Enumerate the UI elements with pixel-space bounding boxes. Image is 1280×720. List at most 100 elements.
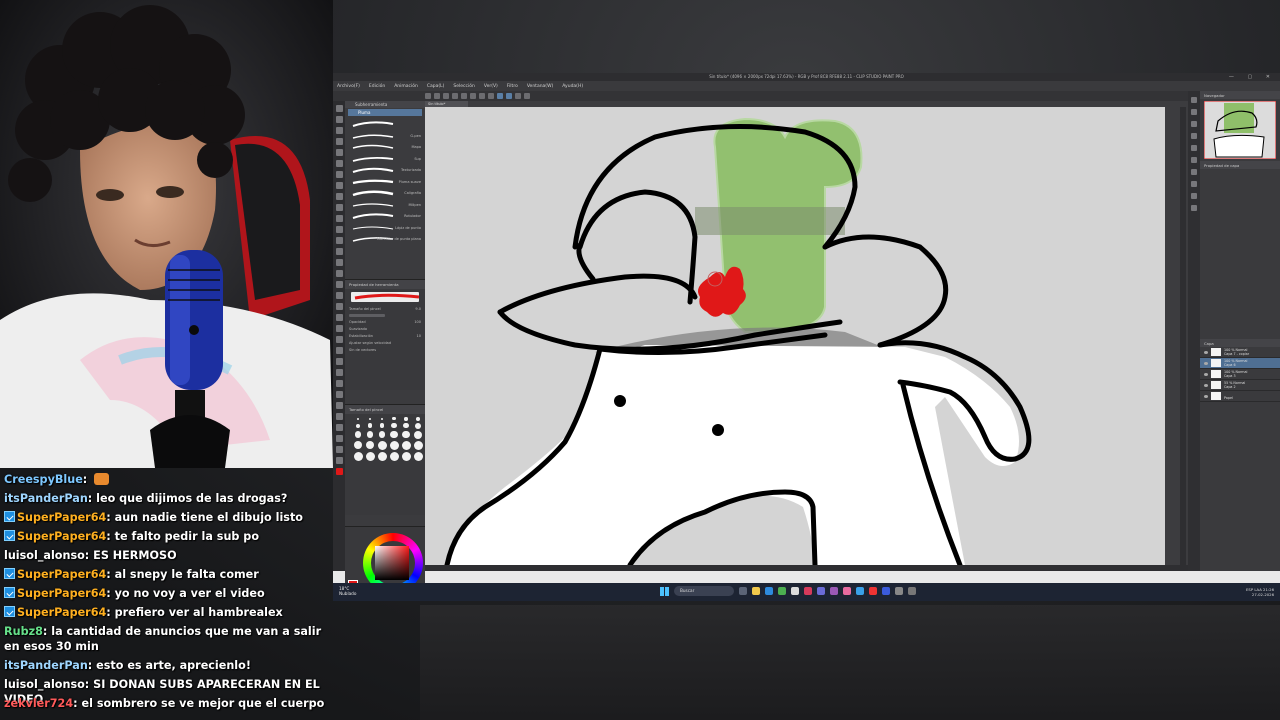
layer-search-icon[interactable]	[1191, 157, 1197, 163]
brush-size-option[interactable]	[378, 431, 386, 438]
brush-item[interactable]	[345, 118, 425, 130]
history-icon[interactable]	[1191, 133, 1197, 139]
brush-size-option[interactable]	[367, 423, 373, 428]
hand-tool-icon[interactable]	[335, 336, 343, 343]
layer-row[interactable]: 100 % Normal Capa 6	[1200, 358, 1280, 369]
swap-color-icon[interactable]	[335, 457, 343, 464]
undo-icon[interactable]	[452, 93, 458, 99]
clear-icon[interactable]	[470, 93, 476, 99]
windows-start-icon[interactable]	[660, 586, 669, 596]
brush-item[interactable]: Rotulador	[345, 210, 425, 222]
brush-size-option[interactable]	[377, 440, 387, 450]
brush-item[interactable]: Pluma suave	[345, 176, 425, 188]
gallery-icon[interactable]	[1191, 205, 1197, 211]
animation-icon[interactable]	[1191, 169, 1197, 175]
auto-action-icon[interactable]	[1191, 181, 1197, 187]
app-icon[interactable]	[804, 587, 812, 595]
main-color-swatch[interactable]	[335, 468, 343, 475]
zoom-tool-icon[interactable]	[335, 105, 343, 112]
correct-line-icon[interactable]	[335, 270, 343, 277]
brush-size-option[interactable]	[354, 431, 362, 438]
menu-ventana[interactable]: Ventana(W)	[527, 84, 553, 89]
chat-username[interactable]: SuperPaper64	[17, 587, 106, 600]
select-pen-icon[interactable]	[335, 380, 343, 387]
menu-animacion[interactable]: Animación	[394, 84, 418, 89]
menu-ayuda[interactable]: Ayuda(H)	[562, 84, 583, 89]
brush-size-option[interactable]	[365, 451, 375, 461]
taskbar-search[interactable]: Buscar	[674, 586, 734, 596]
ruler-tool-icon[interactable]	[335, 259, 343, 266]
figure-tool-icon[interactable]	[335, 226, 343, 233]
clip-studio-icon[interactable]	[843, 587, 851, 595]
edge-icon[interactable]	[765, 587, 773, 595]
marker-tool-icon[interactable]	[335, 369, 343, 376]
pencil-tool-icon[interactable]	[335, 160, 343, 167]
redo-icon[interactable]	[461, 93, 467, 99]
gradient-tool-icon[interactable]	[335, 215, 343, 222]
chat-username[interactable]: itsPanderPan	[4, 659, 88, 672]
app-icon[interactable]	[882, 587, 890, 595]
layer-row[interactable]: 100 % Normal Capa 7 - copiar	[1200, 347, 1280, 358]
liquify-tool-icon[interactable]	[335, 325, 343, 332]
lasso-tool-icon[interactable]	[335, 391, 343, 398]
brush-size-option[interactable]	[389, 440, 399, 450]
navigator-icon[interactable]	[1191, 97, 1197, 103]
app-icon[interactable]	[856, 587, 864, 595]
chat-username[interactable]: luisol_alonso	[4, 549, 85, 562]
brush-size-option[interactable]	[413, 451, 423, 461]
grid-icon[interactable]	[515, 93, 521, 99]
ruler-icon[interactable]	[506, 93, 512, 99]
menu-filtro[interactable]: Filtro	[507, 84, 518, 89]
sub-color-icon[interactable]	[335, 446, 343, 453]
brush-size-option[interactable]	[365, 440, 375, 450]
store-icon[interactable]	[791, 587, 799, 595]
brush-size-option[interactable]	[353, 440, 363, 450]
smudge-tool-icon[interactable]	[335, 358, 343, 365]
chat-username[interactable]: itsPanderPan	[4, 492, 88, 505]
brush-item[interactable]: Sup	[345, 153, 425, 165]
brush-size-option[interactable]	[415, 422, 421, 429]
brush-item[interactable]: Lápiz de punto	[345, 222, 425, 234]
brush-size-option[interactable]	[416, 417, 420, 421]
saturation-square[interactable]	[375, 546, 409, 580]
brush-item[interactable]: Milipen	[345, 199, 425, 211]
brush-size-option[interactable]	[401, 451, 411, 461]
brush-item[interactable]: G-pen	[345, 130, 425, 142]
window-controls[interactable]: — ▢ ✕	[1229, 73, 1276, 81]
brush-item[interactable]: Caligrafía	[345, 187, 425, 199]
airbrush-tool-icon[interactable]	[335, 182, 343, 189]
chat-username[interactable]: luisol_alonso	[4, 678, 85, 691]
selection-tool-icon[interactable]	[335, 127, 343, 134]
brush-size-option[interactable]	[357, 417, 359, 420]
brush-size-option[interactable]	[392, 417, 396, 421]
brush-size-option[interactable]	[402, 430, 410, 439]
pen-tool-icon[interactable]	[335, 149, 343, 156]
brush-size-option[interactable]	[353, 451, 363, 461]
tab-pluma[interactable]: Pluma	[348, 109, 422, 116]
balloon-tool-icon[interactable]	[335, 248, 343, 255]
prop-row[interactable]: Estabilización 10	[345, 332, 425, 339]
prop-row[interactable]: Suavizado	[345, 325, 425, 332]
transform-icon[interactable]	[479, 93, 485, 99]
chat-username[interactable]: SuperPaper64	[17, 530, 106, 543]
deselect-icon[interactable]	[488, 93, 494, 99]
open-icon[interactable]	[434, 93, 440, 99]
file-explorer-icon[interactable]	[752, 587, 760, 595]
chat-username[interactable]: Rubz8	[4, 625, 43, 638]
layer-row[interactable]: 100 % Normal Capa 3	[1200, 369, 1280, 380]
obs-icon[interactable]	[908, 587, 916, 595]
snap-icon[interactable]	[497, 93, 503, 99]
frame-tool-icon[interactable]	[335, 314, 343, 321]
brush-size-option[interactable]	[391, 423, 397, 429]
brush-size-option[interactable]	[401, 440, 411, 450]
brush-item[interactable]: Texturizada	[345, 164, 425, 176]
prop-row[interactable]: Opacidad 100	[345, 318, 425, 325]
chat-username[interactable]: SuperPaper64	[17, 568, 106, 581]
app-icon[interactable]	[817, 587, 825, 595]
brush-size-option[interactable]	[368, 417, 372, 421]
prop-row[interactable]: Sin de vectores	[345, 346, 425, 353]
brush-size-option[interactable]	[404, 417, 408, 421]
text-tool-icon[interactable]	[335, 237, 343, 244]
menu-archivo[interactable]: Archivo(F)	[337, 84, 360, 89]
task-view-icon[interactable]	[739, 587, 747, 595]
